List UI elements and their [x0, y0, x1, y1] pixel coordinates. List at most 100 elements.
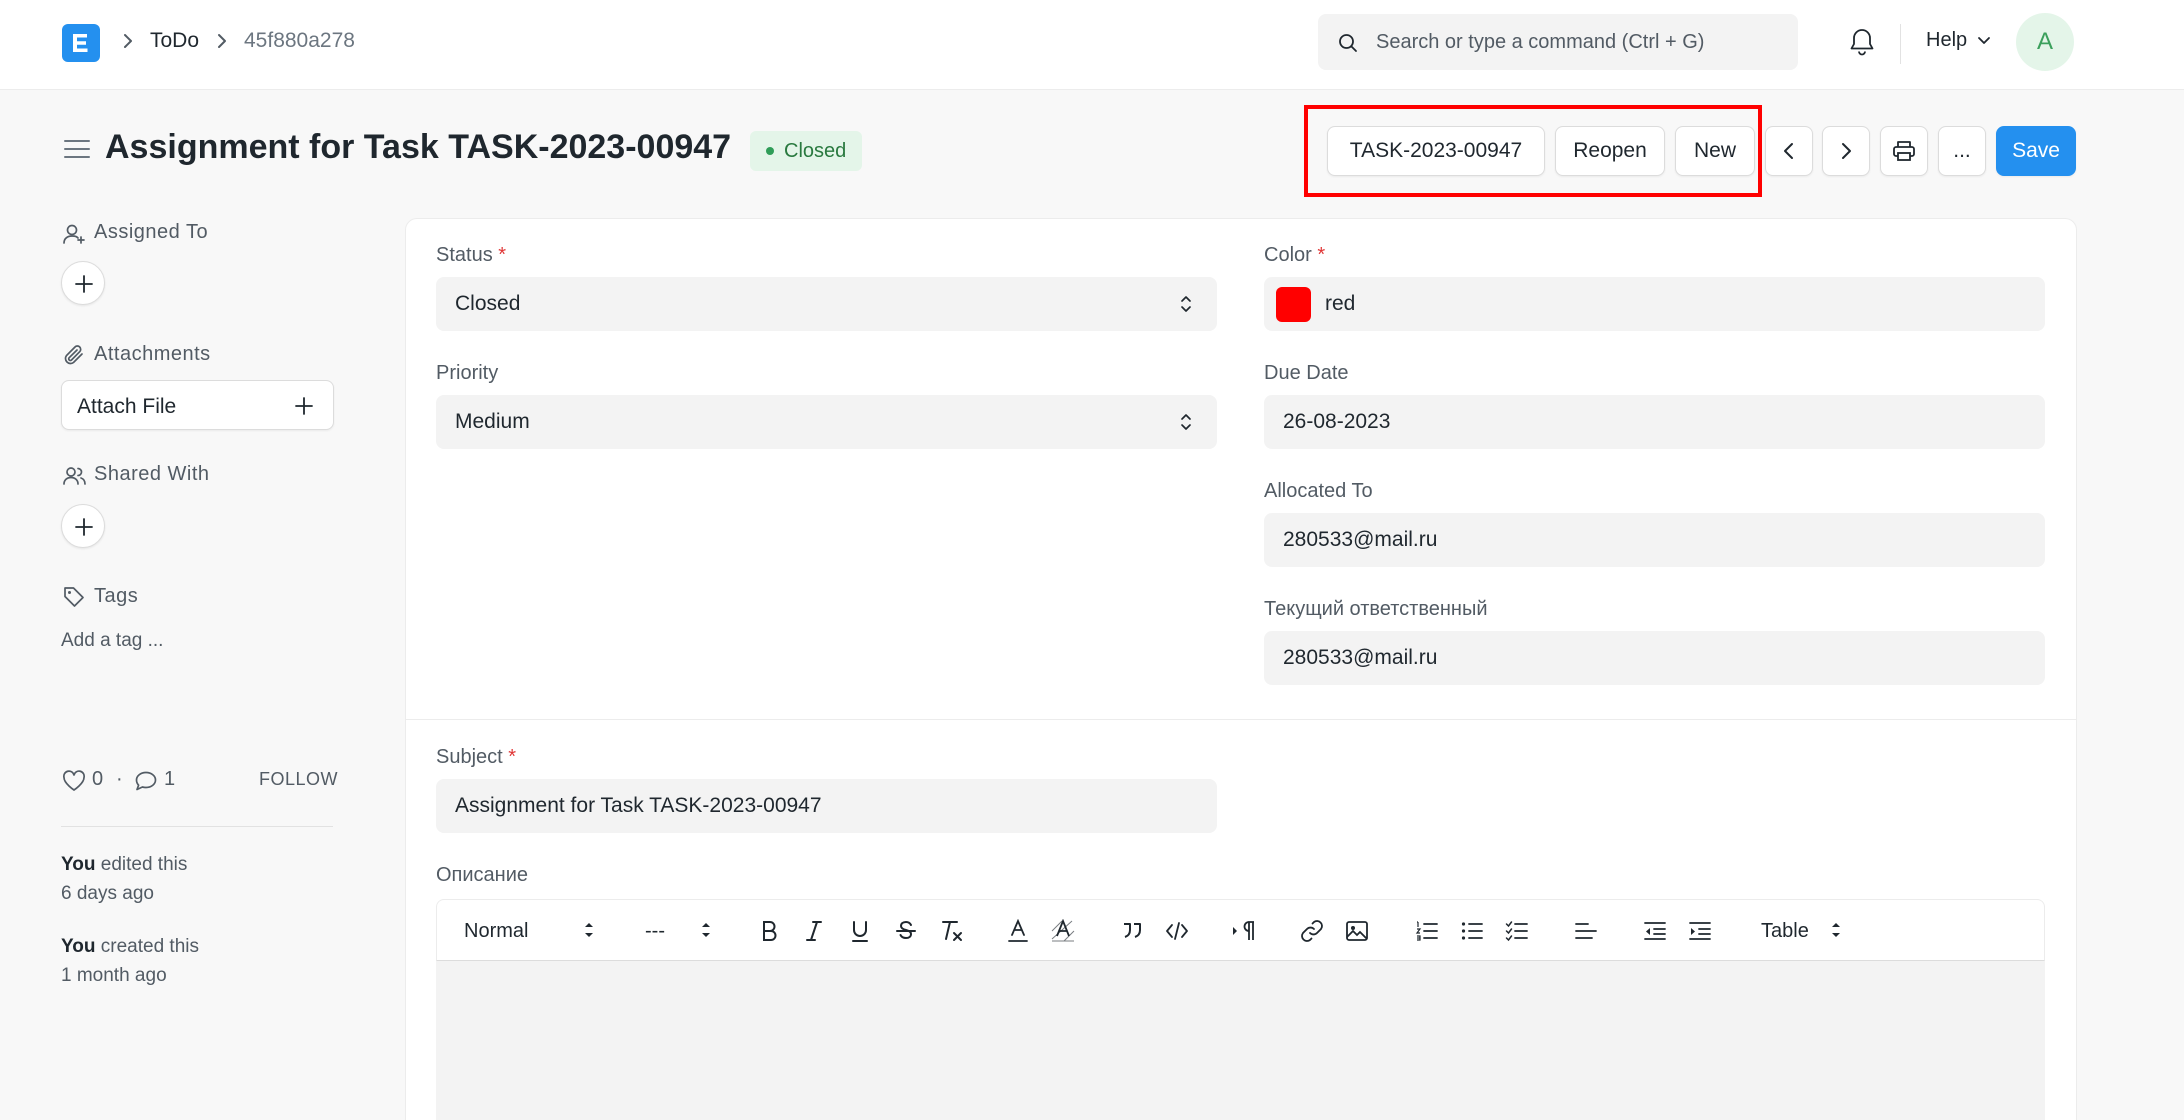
printer-icon	[1893, 141, 1915, 161]
underline-icon	[852, 921, 868, 942]
breadcrumb-separator-icon	[124, 34, 132, 48]
sidebar-divider	[61, 826, 333, 827]
select-arrows-icon	[1832, 923, 1840, 937]
strikethrough-icon	[896, 920, 916, 940]
status-badge-label: Closed	[784, 140, 847, 162]
status-dot-icon	[766, 147, 774, 155]
add-share-button[interactable]	[61, 504, 105, 548]
select-arrows-icon	[585, 923, 593, 937]
previous-record-button[interactable]	[1765, 126, 1813, 176]
activity-actor: You	[61, 854, 96, 875]
save-button[interactable]: Save	[1996, 126, 2076, 176]
tags-label: Tags	[94, 585, 139, 607]
assigned-to-label: Assigned To	[94, 221, 209, 243]
activity-time: 6 days ago	[61, 883, 154, 904]
chevron-left-icon	[1784, 143, 1793, 159]
top-navbar: ToDo 45f880a278 Help A	[0, 0, 2184, 90]
color-value: red	[1325, 292, 1356, 315]
reopen-button[interactable]: Reopen	[1555, 126, 1665, 176]
priority-select[interactable]: Medium	[436, 395, 1217, 449]
status-badge: Closed	[750, 131, 863, 171]
allocated-to-label: Allocated To	[1264, 480, 1373, 502]
app-logo[interactable]	[62, 24, 100, 62]
allocated-to-field[interactable]: 280533@mail.ru	[1264, 513, 2045, 567]
follow-button[interactable]: FOLLOW	[259, 769, 338, 790]
tag-icon	[64, 587, 84, 607]
comment-icon[interactable]	[134, 770, 158, 792]
description-editor[interactable]	[436, 961, 2045, 1120]
checklist-icon	[1505, 921, 1528, 942]
breadcrumb-todo[interactable]: ToDo	[150, 29, 199, 53]
shared-with-label: Shared With	[94, 463, 210, 485]
select-arrows-icon	[702, 923, 710, 937]
shared-users-icon	[63, 467, 86, 485]
due-date-field[interactable]: 26-08-2023	[1264, 395, 2045, 449]
stat-separator: ·	[116, 768, 123, 790]
reference-task-button[interactable]: TASK-2023-00947	[1327, 126, 1545, 176]
due-date-label: Due Date	[1264, 362, 1349, 384]
paperclip-icon	[64, 345, 83, 365]
sidebar-toggle-icon[interactable]	[63, 137, 91, 161]
attach-file-button[interactable]: Attach File	[61, 380, 334, 430]
activity-action: edited this	[95, 854, 188, 875]
activity-actor: You	[61, 936, 96, 957]
italic-icon	[806, 921, 822, 941]
editor-toolbar: Normal --- Table	[436, 899, 2045, 961]
navbar-divider	[1900, 24, 1901, 64]
subject-field[interactable]: Assignment for Task TASK-2023-00947	[436, 779, 1217, 833]
priority-label: Priority	[436, 362, 499, 384]
next-record-button[interactable]	[1822, 126, 1870, 176]
status-value: Closed	[455, 292, 521, 315]
add-tag-link[interactable]: Add a tag ...	[61, 630, 163, 652]
new-button[interactable]: New	[1675, 126, 1755, 176]
bold-icon	[763, 921, 777, 941]
status-select[interactable]: Closed	[436, 277, 1217, 331]
activity-action: created this	[95, 936, 199, 957]
comments-count: 1	[164, 768, 176, 790]
help-menu[interactable]: Help	[1926, 29, 1967, 52]
activity-item-created: You created this 1 month ago	[61, 932, 199, 990]
awesomebar-search[interactable]	[1318, 14, 1798, 70]
current-responsible-label: Текущий ответственный	[1264, 598, 1488, 620]
link-icon	[1301, 920, 1323, 942]
font-size-select[interactable]: ---	[645, 900, 665, 962]
chevron-down-icon[interactable]	[1977, 36, 1991, 46]
breadcrumb-record-id[interactable]: 45f880a278	[244, 29, 355, 53]
plus-icon	[295, 397, 313, 415]
user-avatar[interactable]: A	[2016, 13, 2074, 71]
activity-item-edited: You edited this 6 days ago	[61, 850, 187, 908]
select-arrows-icon	[1181, 296, 1191, 312]
search-icon	[1339, 34, 1357, 52]
search-input[interactable]	[1376, 14, 1776, 70]
add-assignee-button[interactable]	[61, 261, 105, 305]
blockquote-icon	[1124, 923, 1141, 938]
chevron-right-icon	[1842, 143, 1851, 159]
image-icon	[1346, 921, 1368, 941]
background-color-icon	[1051, 919, 1075, 942]
description-label: Описание	[436, 864, 529, 886]
color-swatch[interactable]	[1276, 287, 1311, 322]
notification-bell-icon[interactable]	[1849, 27, 1875, 57]
paragraph-direction-icon	[1233, 921, 1254, 940]
outdent-icon	[1644, 922, 1666, 940]
section-divider	[405, 719, 2077, 720]
color-field[interactable]: red	[1264, 277, 2045, 331]
align-left-icon	[1575, 923, 1597, 939]
logo-icon	[73, 34, 88, 52]
heart-icon[interactable]	[62, 770, 86, 792]
print-button[interactable]	[1880, 126, 1928, 176]
ordered-list-icon	[1415, 921, 1438, 941]
paragraph-style-select[interactable]: Normal	[464, 900, 528, 962]
assign-user-icon	[63, 224, 85, 244]
page-title: Assignment for Task TASK-2023-00947	[105, 128, 732, 166]
activity-time: 1 month ago	[61, 965, 167, 986]
select-arrows-icon	[1181, 414, 1191, 430]
current-responsible-field[interactable]: 280533@mail.ru	[1264, 631, 2045, 685]
color-label: Color *	[1264, 244, 1326, 266]
breadcrumb-separator-icon	[218, 34, 226, 48]
more-actions-button[interactable]: ...	[1938, 126, 1986, 176]
table-select[interactable]: Table	[1761, 900, 1809, 962]
clear-format-icon	[942, 921, 962, 941]
likes-count: 0	[92, 768, 104, 790]
attachments-label: Attachments	[94, 343, 211, 365]
